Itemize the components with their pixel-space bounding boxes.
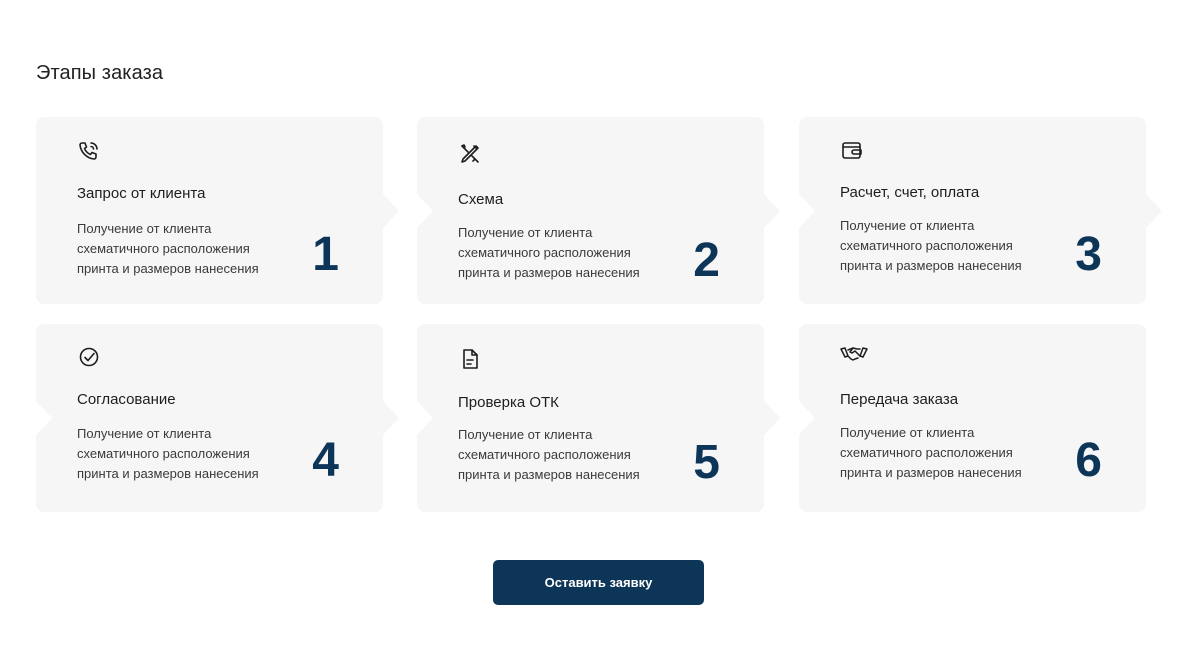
check-circle-icon [77,345,101,369]
handshake-icon [840,343,868,367]
step-description: Получение от клиента схематичного распол… [77,426,259,481]
step-title: Проверка ОТК [458,394,559,411]
step-title: Схема [458,191,504,208]
step-card-1: Запрос от клиента Получение от клиента с… [36,117,383,304]
step-title: Расчет, счет, оплата [840,184,980,201]
step-number: 1 [312,228,339,281]
step-title: Передача заказа [840,391,959,408]
step-description: Получение от клиента схематичного распол… [77,221,259,276]
pencil-ruler-icon [458,142,482,166]
step-card-2: Схема Получение от клиента схематичного … [417,117,764,304]
wallet-icon [840,138,864,162]
step-description: Получение от клиента схематичного распол… [458,225,640,280]
step-number: 6 [1075,434,1102,487]
step-description: Получение от клиента схематичного распол… [840,425,1022,480]
step-description: Получение от клиента схематичного распол… [840,218,1022,273]
step-card-5: Проверка ОТК Получение от клиента схемат… [417,324,764,512]
step-card-4: Согласование Получение от клиента схемат… [36,324,383,512]
phone-icon [77,139,101,163]
step-number: 4 [312,434,339,487]
section-title: Этапы заказа [36,62,164,84]
step-card-3: Расчет, счет, оплата Получение от клиент… [799,117,1146,304]
step-number: 5 [693,436,720,489]
step-card-6: Передача заказа Получение от клиента схе… [799,324,1146,512]
step-number: 2 [693,234,720,287]
step-title: Согласование [77,391,176,408]
step-title: Запрос от клиента [77,185,206,202]
step-number: 3 [1075,228,1102,281]
submit-request-button[interactable]: Оставить заявку [493,560,704,605]
step-description: Получение от клиента схематичного распол… [458,427,640,482]
document-icon [458,347,482,371]
